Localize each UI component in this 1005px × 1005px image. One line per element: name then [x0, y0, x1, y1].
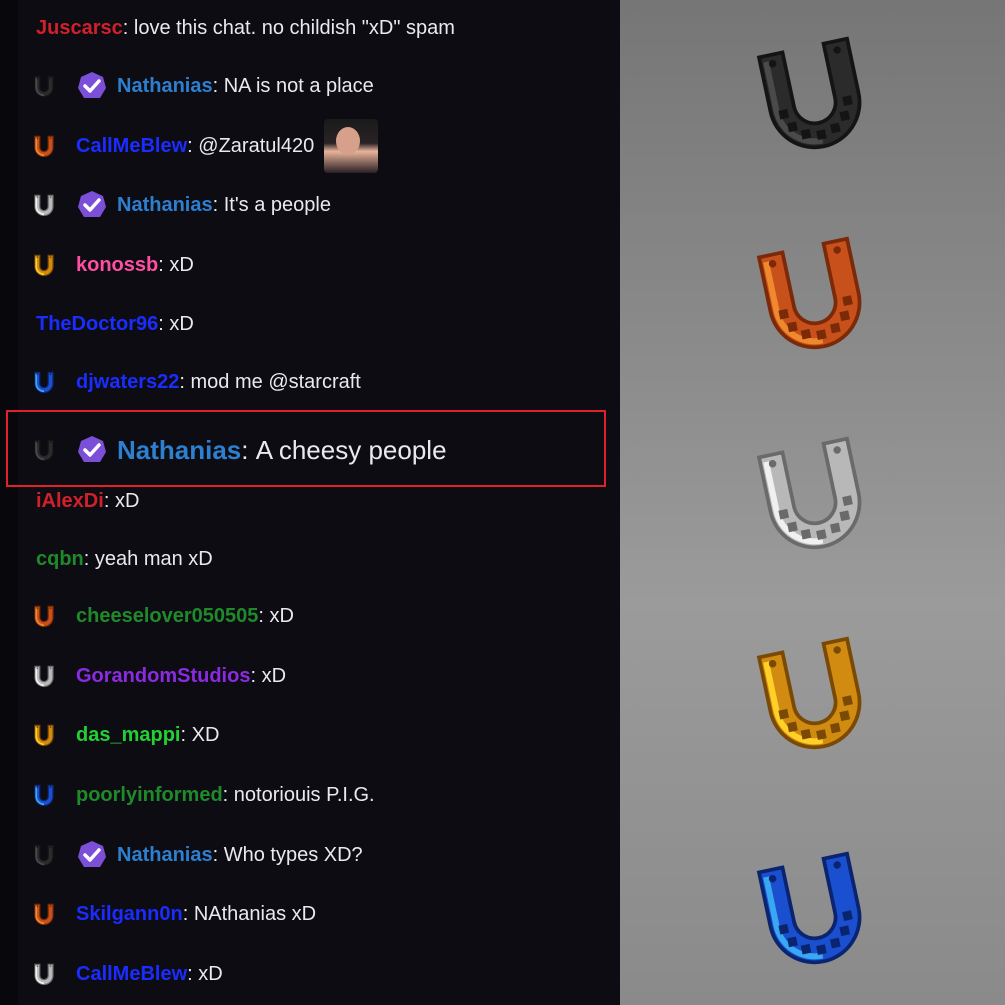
chat-message: konossb: xD: [26, 250, 194, 280]
gold-horseshoe-icon: [738, 620, 888, 770]
horseshoe-showcase: [620, 0, 1005, 1005]
chat-separator: :: [103, 489, 115, 512]
chat-panel: Juscarsc: love this chat. no childish "x…: [0, 0, 620, 1005]
chat-text: XD: [191, 723, 220, 746]
chat-text: NAthanias xD: [193, 902, 317, 925]
chat-username[interactable]: Juscarsc: [36, 17, 123, 40]
chat-message: Nathanias: It's a people: [26, 190, 331, 220]
chat-separator: :: [158, 253, 170, 276]
orange-horseshoe-icon: [26, 598, 62, 634]
chat-message: das_mappi: XD: [26, 720, 219, 750]
chat-separator: :: [182, 902, 194, 925]
chat-text: It's a people: [223, 193, 331, 216]
chat-separator: :: [212, 843, 224, 866]
chat-message: poorlyinformed: notoriouis P.I.G.: [26, 780, 375, 810]
chat-username[interactable]: djwaters22: [76, 371, 179, 394]
orange-horseshoe-icon: [26, 128, 62, 164]
chat-text: xD: [114, 489, 140, 512]
chat-message: GorandomStudios: xD: [26, 661, 286, 691]
orange-horseshoe-icon: [738, 220, 888, 370]
chat-text: NA is not a place: [223, 74, 374, 97]
chat-username[interactable]: iAlexDi: [36, 490, 104, 513]
chat-separator: :: [122, 16, 134, 39]
chat-separator: :: [83, 547, 95, 570]
chat-username[interactable]: poorlyinformed: [76, 784, 223, 807]
blue-horseshoe-icon: [738, 835, 888, 985]
chat-gutter: [0, 0, 18, 1005]
chat-separator: :: [180, 723, 192, 746]
chat-text: love this chat. no childish "xD" spam: [133, 16, 455, 39]
chat-text: xD: [169, 312, 194, 335]
silver-horseshoe-icon: [26, 956, 62, 992]
chat-username[interactable]: Nathanias: [117, 844, 213, 867]
orange-horseshoe-icon: [26, 896, 62, 932]
chat-username[interactable]: Nathanias: [117, 194, 213, 217]
chat-username[interactable]: TheDoctor96: [36, 313, 158, 336]
chat-separator: :: [187, 962, 199, 985]
blue-horseshoe-icon: [26, 364, 62, 400]
chat-message: cqbn: yeah man xD: [36, 544, 213, 574]
chat-username[interactable]: das_mappi: [76, 724, 180, 747]
chat-username[interactable]: Skilgann0n: [76, 903, 183, 926]
chat-username[interactable]: CallMeBlew: [76, 135, 187, 158]
chat-message: Nathanias: NA is not a place: [26, 71, 374, 101]
silver-horseshoe-icon: [26, 187, 62, 223]
chat-separator: :: [258, 604, 270, 627]
chat-separator: :: [212, 74, 224, 97]
chat-separator: :: [179, 370, 191, 393]
verified-badge-icon: [78, 72, 106, 98]
chat-message: iAlexDi: xD: [36, 486, 139, 516]
black-horseshoe-icon: [738, 20, 888, 170]
chat-message: cheeselover050505: xD: [26, 601, 294, 631]
chat-message: Nathanias: Who types XD?: [26, 840, 363, 870]
chat-username[interactable]: cqbn: [36, 548, 84, 571]
chat-separator: :: [222, 783, 234, 806]
chat-text: xD: [198, 962, 223, 985]
black-horseshoe-icon: [26, 837, 62, 873]
chat-separator: :: [250, 664, 262, 687]
chat-text: @Zaratul420: [198, 134, 315, 157]
chat-text: mod me @starcraft: [190, 370, 361, 393]
chat-message: Skilgann0n: NAthanias xD: [26, 899, 316, 929]
chat-message: djwaters22: mod me @starcraft: [26, 367, 361, 397]
chat-username[interactable]: CallMeBlew: [76, 963, 187, 986]
verified-badge-icon: [78, 841, 106, 867]
blue-horseshoe-icon: [26, 777, 62, 813]
highlight-box: [6, 410, 606, 487]
silver-horseshoe-icon: [26, 658, 62, 694]
chat-separator: :: [158, 312, 170, 335]
chat-username[interactable]: GorandomStudios: [76, 665, 250, 688]
verified-badge-icon: [78, 191, 106, 217]
gold-horseshoe-icon: [26, 247, 62, 283]
chat-separator: :: [187, 134, 199, 157]
chat-message: Juscarsc: love this chat. no childish "x…: [36, 13, 455, 43]
gold-horseshoe-icon: [26, 717, 62, 753]
chat-username[interactable]: cheeselover050505: [76, 605, 258, 628]
chat-text: yeah man xD: [94, 547, 213, 570]
chat-text: Who types XD?: [223, 843, 363, 866]
chat-message: TheDoctor96: xD: [36, 309, 194, 339]
chat-message: CallMeBlew: xD: [26, 959, 223, 989]
chat-username[interactable]: konossb: [76, 254, 158, 277]
chat-message: CallMeBlew: @Zaratul420: [26, 119, 379, 173]
chat-separator: :: [212, 193, 224, 216]
chat-text: xD: [169, 253, 194, 276]
chat-username[interactable]: Nathanias: [117, 75, 213, 98]
silver-horseshoe-icon: [738, 420, 888, 570]
wave-emote-icon: [324, 119, 379, 173]
chat-text: xD: [269, 604, 294, 627]
black-horseshoe-icon: [26, 68, 62, 104]
chat-text: notoriouis P.I.G.: [233, 783, 375, 806]
chat-text: xD: [261, 664, 287, 687]
